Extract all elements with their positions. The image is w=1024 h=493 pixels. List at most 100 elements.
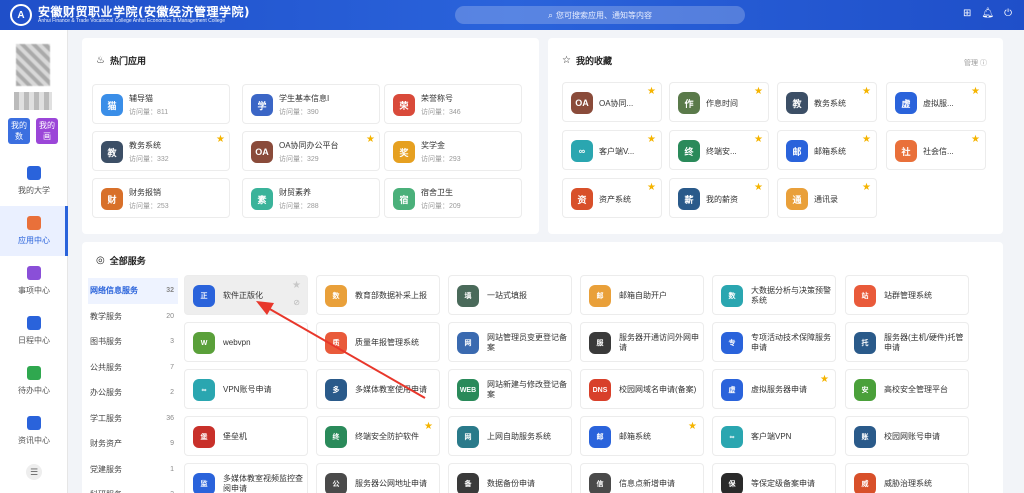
favorite-app-card[interactable]: 邮 邮箱系统 ★	[777, 130, 877, 170]
favorite-star-icon[interactable]: ★	[647, 134, 656, 145]
favorite-star-icon[interactable]: ★	[647, 86, 656, 97]
service-card[interactable]: Wwebvpn	[184, 322, 308, 362]
favorite-star-icon[interactable]: ★	[820, 374, 829, 385]
favorite-app-card[interactable]: 虚 虚拟服... ★	[886, 82, 986, 122]
category-item[interactable]: 网络信息服务 32	[88, 278, 178, 304]
hot-app-card[interactable]: 教 教务系统 访问量：332 ★	[92, 131, 230, 171]
service-card[interactable]: 网 上网自助服务系统	[448, 416, 572, 456]
favorite-star-icon[interactable]: ★	[862, 182, 871, 193]
service-card[interactable]: ∞ 客户端VPN	[712, 416, 836, 456]
service-card[interactable]: ∞ VPN账号申请	[184, 369, 308, 409]
hot-app-card[interactable]: 奖 奖学金 访问量：293	[384, 131, 522, 171]
category-item[interactable]: 办公服务 2	[88, 380, 178, 406]
app-icon: 薪	[678, 188, 700, 210]
service-card[interactable]: 数 大数据分析与决策预警系统	[712, 275, 836, 315]
category-item[interactable]: 公共服务 7	[88, 355, 178, 381]
service-card[interactable]: 备 数据备份申请	[448, 463, 572, 493]
service-card[interactable]: 服 服务器开通访问外网申请	[580, 322, 704, 362]
favorite-app-card[interactable]: 作 作息时间 ★	[669, 82, 769, 122]
favorite-star-icon[interactable]: ★	[754, 134, 763, 145]
service-card[interactable]: 公 服务器公网地址申请	[316, 463, 440, 493]
sidebar-item-4[interactable]: 待办中心	[0, 356, 68, 406]
service-card[interactable]: 邮 邮箱自助开户	[580, 275, 704, 315]
service-card[interactable]: DNS 校园网域名申请(备案)	[580, 369, 704, 409]
service-card[interactable]: 质 质量年报管理系统	[316, 322, 440, 362]
service-card[interactable]: 邮 邮箱系统 ★	[580, 416, 704, 456]
service-card[interactable]: 数 教育部数据补采上报	[316, 275, 440, 315]
app-name: 教务系统	[129, 141, 161, 150]
sidebar-item-0[interactable]: 我的大学	[0, 156, 68, 206]
service-card[interactable]: 站 站群管理系统	[845, 275, 969, 315]
favorite-star-icon[interactable]: ★	[424, 421, 433, 432]
favorite-app-card[interactable]: 通 通讯录 ★	[777, 178, 877, 218]
service-card[interactable]: 填 一站式填报	[448, 275, 572, 315]
my-data-button[interactable]: 我的数	[8, 118, 30, 144]
category-item[interactable]: 图书服务 3	[88, 329, 178, 355]
favorite-star-icon[interactable]: ★	[862, 134, 871, 145]
sidebar-item-5[interactable]: 资讯中心	[0, 406, 68, 456]
category-item[interactable]: 教学服务 20	[88, 304, 178, 330]
service-card[interactable]: 监 多媒体教室视频监控查阅申请	[184, 463, 308, 493]
power-icon[interactable]: ⏻	[1004, 8, 1012, 19]
my-portrait-button[interactable]: 我的画	[36, 118, 58, 144]
favorite-app-card[interactable]: ∞ 客户端V... ★	[562, 130, 662, 170]
service-card[interactable]: 保 等保定级备案申请	[712, 463, 836, 493]
favorite-star-icon[interactable]: ★	[688, 421, 697, 432]
favorite-app-card[interactable]: 社 社会信... ★	[886, 130, 986, 170]
service-card[interactable]: 虚 虚拟服务器申请 ★	[712, 369, 836, 409]
favorite-app-card[interactable]: 薪 我的薪资 ★	[669, 178, 769, 218]
favorite-app-card[interactable]: 教 教务系统 ★	[777, 82, 877, 122]
favorite-star-icon[interactable]: ★	[971, 86, 980, 97]
service-card[interactable]: 威 威胁治理系统	[845, 463, 969, 493]
service-card[interactable]: 账 校园网账号申请	[845, 416, 969, 456]
category-item[interactable]: 科研服务2	[88, 482, 178, 493]
favorite-app-card[interactable]: OA OA协同... ★	[562, 82, 662, 122]
service-card[interactable]: 多 多媒体教室使用申请	[316, 369, 440, 409]
service-card[interactable]: 正 软件正版化 ★ ⊘	[184, 275, 308, 315]
collapse-sidebar-button[interactable]: ☰	[26, 464, 42, 480]
category-item[interactable]: 财务资产 9	[88, 431, 178, 457]
category-item[interactable]: 党建服务 1	[88, 457, 178, 483]
hot-app-card[interactable]: 宿 宿舍卫生 访问量：209	[384, 178, 522, 218]
service-card[interactable]: 托 服务器(主机/硬件)托管申请	[845, 322, 969, 362]
manage-favorites-link[interactable]: 管理 ⓘ	[964, 58, 987, 68]
sidebar-item-3[interactable]: 日程中心	[0, 306, 68, 356]
hot-app-card[interactable]: 荣 荣誉称号 访问量：346	[384, 84, 522, 124]
service-card[interactable]: WEB 网站新建与修改登记备案	[448, 369, 572, 409]
service-card[interactable]: 专 专项活动技术保障服务申请	[712, 322, 836, 362]
category-item[interactable]: 学工服务 36	[88, 406, 178, 432]
bell-icon[interactable]: 🔔︎	[981, 8, 994, 19]
hot-app-card[interactable]: 学 学生基本信息I 访问量：390	[242, 84, 380, 124]
avatar[interactable]	[16, 44, 50, 86]
service-icon: 多	[325, 379, 347, 401]
favorite-star-icon[interactable]: ★	[971, 134, 980, 145]
windows-icon[interactable]: ⊞	[963, 8, 971, 19]
school-logo[interactable]: A 安徽财贸职业学院(安徽经济管理学院) Anhui Finance & Tra…	[10, 4, 250, 26]
favorite-star-icon[interactable]: ★	[647, 182, 656, 193]
service-card[interactable]: 信 信息点新增申请	[580, 463, 704, 493]
service-card[interactable]: 堡 堡垒机	[184, 416, 308, 456]
service-icon-glyph: 正	[200, 293, 208, 300]
favorite-star-icon[interactable]: ★	[754, 182, 763, 193]
sidebar-item-2[interactable]: 事项中心	[0, 256, 68, 306]
search-input[interactable]: ⌕ 您可搜索应用、通知等内容	[455, 6, 745, 24]
favorite-star-icon[interactable]: ★	[216, 134, 225, 145]
pin-icon[interactable]: ⊘	[293, 298, 300, 307]
service-card[interactable]: 终 终端安全防护软件 ★	[316, 416, 440, 456]
service-icon-glyph: WEB	[459, 386, 477, 394]
school-emblem-icon: A	[10, 4, 32, 26]
favorite-star-icon[interactable]: ★	[292, 280, 301, 291]
favorite-app-card[interactable]: 终 终端安... ★	[669, 130, 769, 170]
hot-app-card[interactable]: 素 财贸素养 访问量：288	[242, 178, 380, 218]
service-card[interactable]: 安 高校安全管理平台	[845, 369, 969, 409]
app-name: 终端安...	[706, 147, 737, 156]
hot-app-card[interactable]: 财 财务报销 访问量：253	[92, 178, 230, 218]
sidebar-item-1[interactable]: 应用中心	[0, 206, 68, 256]
favorite-star-icon[interactable]: ★	[862, 86, 871, 97]
favorite-star-icon[interactable]: ★	[754, 86, 763, 97]
service-card[interactable]: 网 网站管理员变更登记备案	[448, 322, 572, 362]
favorite-star-icon[interactable]: ★	[366, 134, 375, 145]
hot-app-card[interactable]: 猫 辅导猫 访问量：811	[92, 84, 230, 124]
hot-app-card[interactable]: OA OA协同办公平台 访问量：329 ★	[242, 131, 380, 171]
favorite-app-card[interactable]: 资 资产系统 ★	[562, 178, 662, 218]
